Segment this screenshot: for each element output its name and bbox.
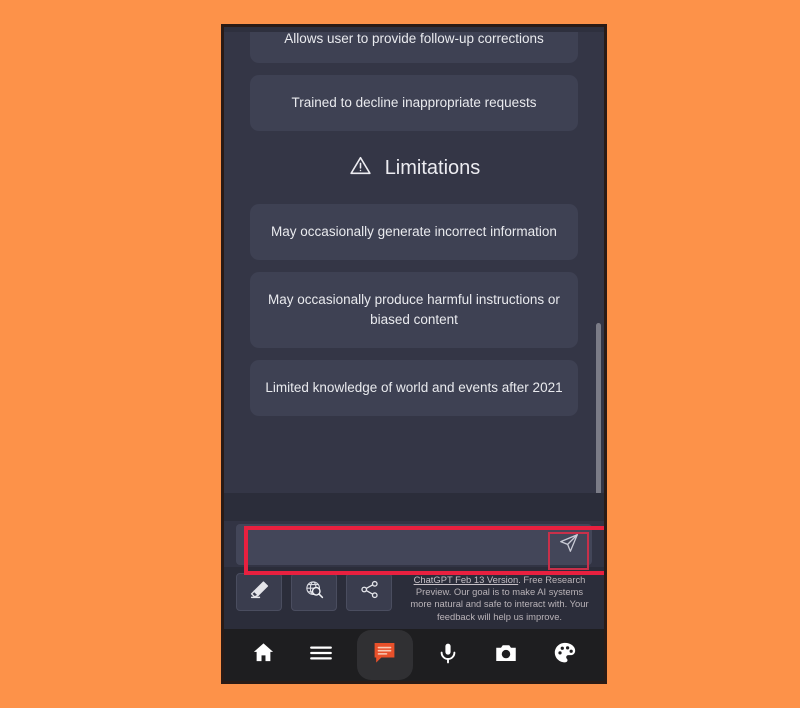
nav-theme[interactable] xyxy=(542,632,588,678)
hamburger-menu-icon xyxy=(308,640,334,671)
web-search-button[interactable] xyxy=(291,573,337,611)
nav-menu[interactable] xyxy=(298,632,344,678)
vertical-scrollbar-thumb[interactable] xyxy=(596,323,601,493)
nav-home[interactable] xyxy=(240,632,286,678)
share-nodes-icon xyxy=(359,579,380,605)
share-button[interactable] xyxy=(346,573,392,611)
nav-voice[interactable] xyxy=(425,632,471,678)
nav-camera[interactable] xyxy=(483,632,529,678)
limitation-card: Limited knowledge of world and events af… xyxy=(250,360,578,416)
limitation-card: May occasionally produce harmful instruc… xyxy=(250,272,578,348)
limitations-section-header: Limitations xyxy=(250,153,578,184)
microphone-icon xyxy=(436,641,460,670)
send-paper-plane-icon xyxy=(558,532,580,557)
disclaimer-text: ChatGPT Feb 13 Version. Free Research Pr… xyxy=(401,573,592,623)
send-button[interactable] xyxy=(552,528,586,560)
phone-frame: Allows user to provide follow-up correct… xyxy=(221,24,607,684)
chat-bubble-icon xyxy=(371,639,398,671)
version-link[interactable]: ChatGPT Feb 13 Version xyxy=(414,574,519,585)
globe-search-icon xyxy=(304,579,325,605)
home-icon xyxy=(251,640,276,670)
capability-card: Trained to decline inappropriate request… xyxy=(250,75,578,131)
limitation-card: May occasionally generate incorrect info… xyxy=(250,204,578,260)
camera-icon xyxy=(493,640,519,671)
palette-icon xyxy=(552,640,578,671)
message-input[interactable] xyxy=(236,523,592,565)
warning-triangle-icon xyxy=(348,153,373,184)
bottom-navigation-bar xyxy=(224,629,604,681)
limitations-title: Limitations xyxy=(384,157,481,179)
clear-conversation-button[interactable] xyxy=(236,573,282,611)
nav-chat[interactable] xyxy=(356,630,413,680)
eraser-icon xyxy=(249,579,270,605)
tools-row: ChatGPT Feb 13 Version. Free Research Pr… xyxy=(224,567,604,629)
composer-spacer xyxy=(224,493,604,521)
capability-card: Allows user to provide follow-up correct… xyxy=(250,27,578,63)
composer-row xyxy=(236,521,604,575)
chat-scroll-area[interactable]: Allows user to provide follow-up correct… xyxy=(224,27,604,493)
